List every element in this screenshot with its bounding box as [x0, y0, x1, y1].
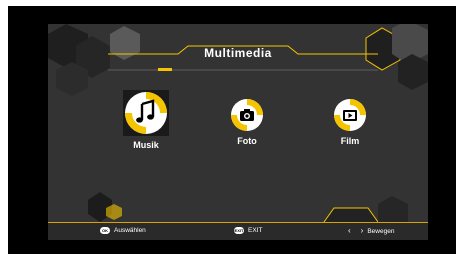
- camera-icon: [230, 98, 264, 132]
- hint-move-label: Bewegen: [367, 227, 395, 235]
- film-play-icon: [333, 98, 367, 132]
- exit-key-icon: EXIT: [234, 227, 244, 234]
- ok-key-icon: OK: [100, 227, 110, 234]
- arrow-left-icon: ‹: [348, 226, 351, 235]
- menu-item-label: Musik: [133, 140, 159, 150]
- tv-screen: Multimedia Musik Foto Film OK Auswählen …: [8, 6, 456, 254]
- menu-item-label: Film: [340, 136, 360, 146]
- menu-item-film[interactable]: Film: [310, 98, 390, 146]
- footer-bar: OK Auswählen EXIT EXIT ‹ › Bewegen: [48, 222, 428, 240]
- hint-select: OK Auswählen: [100, 227, 146, 234]
- menu-item-musik[interactable]: Musik: [106, 90, 186, 150]
- arrow-right-icon: ›: [360, 226, 364, 235]
- hint-move: ‹ › Bewegen: [348, 227, 394, 235]
- menu-item-foto[interactable]: Foto: [207, 98, 287, 146]
- multimedia-panel: Multimedia Musik Foto Film OK Auswählen …: [48, 24, 428, 240]
- hint-exit-label: EXIT: [248, 227, 263, 234]
- hint-exit: EXIT EXIT: [234, 227, 262, 234]
- hint-select-label: Auswählen: [114, 227, 146, 234]
- menu-item-label: Foto: [237, 136, 257, 146]
- music-note-icon: [123, 90, 169, 136]
- page-title: Multimedia: [204, 46, 272, 60]
